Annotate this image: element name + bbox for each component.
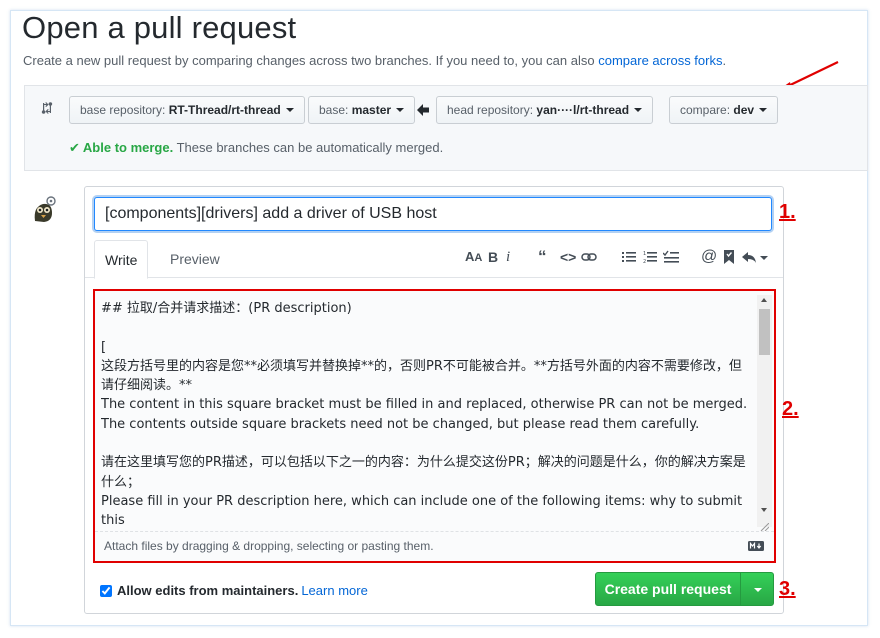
allow-edits-checkbox[interactable] — [100, 585, 112, 597]
svg-text:1: 1 — [643, 251, 646, 257]
arrow-left-icon — [417, 104, 429, 116]
italic-icon[interactable]: i — [506, 248, 510, 266]
chevron-down-icon — [754, 588, 762, 592]
saved-reply-icon[interactable] — [723, 248, 735, 266]
unordered-list-icon[interactable] — [622, 248, 636, 266]
body-line: [ — [101, 339, 107, 355]
merge-status-detail: These branches can be automatically merg… — [173, 140, 444, 155]
chevron-down-icon — [396, 107, 405, 112]
tab-write[interactable]: Write — [94, 240, 149, 279]
body-line: ## 拉取/合并请求描述：(PR description) — [101, 301, 352, 316]
mention-icon[interactable]: @ — [701, 248, 717, 266]
body-line: 这段方括号里的内容是您**必须填写并替换掉**的，否则PR不可能被合并。**方括… — [101, 358, 742, 394]
attach-files-bar[interactable]: Attach files by dragging & dropping, sel… — [95, 531, 774, 561]
avatar — [34, 196, 56, 222]
markdown-icon[interactable] — [748, 541, 764, 551]
compare-branch-select[interactable]: compare: dev — [669, 96, 779, 124]
allow-edits-row: Allow edits from maintainers. Learn more — [100, 583, 368, 598]
scroll-down-icon[interactable] — [761, 508, 767, 512]
base-branch-label: base: — [319, 103, 352, 117]
head-repository-label: head repository: — [447, 103, 537, 117]
code-icon[interactable]: <> — [560, 248, 576, 266]
merge-status: ✔ Able to merge. These branches can be au… — [69, 140, 443, 156]
allow-edits-label: Allow edits from maintainers. — [117, 583, 299, 598]
base-repository-select[interactable]: base repository: RT-Thread/rt-thread — [69, 96, 305, 124]
link-icon[interactable] — [581, 248, 597, 266]
step-3-annotation: 3. — [779, 578, 796, 600]
bold-icon[interactable]: B — [488, 248, 498, 266]
compare-range-box: base repository: RT-Thread/rt-thread bas… — [24, 85, 868, 171]
page-title: Open a pull request — [22, 10, 297, 45]
tab-preview[interactable]: Preview — [160, 240, 230, 278]
compare-branch-value: dev — [733, 103, 755, 117]
attach-files-hint: Attach files by dragging & dropping, sel… — [104, 539, 434, 553]
base-branch-select[interactable]: base: master — [308, 96, 416, 124]
editor-scrollbar[interactable] — [757, 295, 772, 527]
create-pull-request-button[interactable]: Create pull request — [595, 572, 741, 606]
body-line: The content in this square bracket must … — [101, 397, 748, 432]
head-repository-value: yan····l/rt-thread — [536, 103, 630, 117]
create-pull-request-dropdown[interactable] — [740, 572, 774, 606]
body-line — [101, 434, 749, 453]
quote-icon[interactable]: “ — [538, 248, 547, 266]
ordered-list-icon[interactable]: 1 2 — [643, 248, 657, 266]
reply-icon[interactable] — [741, 248, 769, 266]
body-line — [101, 318, 749, 337]
base-branch-value: master — [351, 103, 392, 117]
pull-request-body-editor[interactable]: ## 拉取/合并请求描述：(PR description) [ 这段方括号里的内… — [93, 289, 776, 563]
resize-handle-icon[interactable] — [759, 523, 769, 531]
chevron-down-icon — [285, 107, 294, 112]
base-repository-label: base repository: — [80, 103, 169, 117]
task-list-icon[interactable] — [663, 248, 679, 266]
body-line: Please fill in your PR description here,… — [101, 493, 743, 527]
chevron-down-icon — [759, 107, 768, 112]
git-compare-icon — [41, 102, 53, 114]
text-size-icon[interactable]: AA — [465, 248, 482, 266]
pull-request-body-text[interactable]: ## 拉取/合并请求描述：(PR description) [ 这段方括号里的内… — [101, 299, 749, 527]
base-repository-value: RT-Thread/rt-thread — [168, 103, 281, 117]
subtitle-end: . — [722, 53, 727, 68]
compare-across-forks-link[interactable]: compare across forks — [598, 53, 722, 68]
head-repository-select[interactable]: head repository: yan····l/rt-thread — [436, 96, 654, 124]
scroll-up-icon[interactable] — [761, 298, 767, 302]
pull-request-title-input[interactable] — [94, 197, 772, 231]
scrollbar-thumb[interactable] — [759, 309, 770, 355]
learn-more-link[interactable]: Learn more — [301, 583, 367, 598]
step-1-annotation: 1. — [779, 201, 796, 223]
compare-branch-label: compare: — [680, 103, 734, 117]
page-subtitle: Create a new pull request by comparing c… — [23, 53, 726, 68]
check-icon: ✔ — [69, 140, 80, 155]
subtitle-text: Create a new pull request by comparing c… — [23, 53, 599, 68]
chevron-down-icon — [634, 107, 643, 112]
body-line: 请在这里填写您的PR描述，可以包括以下之一的内容：为什么提交这份PR；解决的问题… — [101, 455, 746, 490]
merge-status-label: Able to merge. — [82, 140, 174, 155]
step-2-annotation: 2. — [782, 398, 799, 420]
svg-text:2: 2 — [643, 259, 646, 265]
